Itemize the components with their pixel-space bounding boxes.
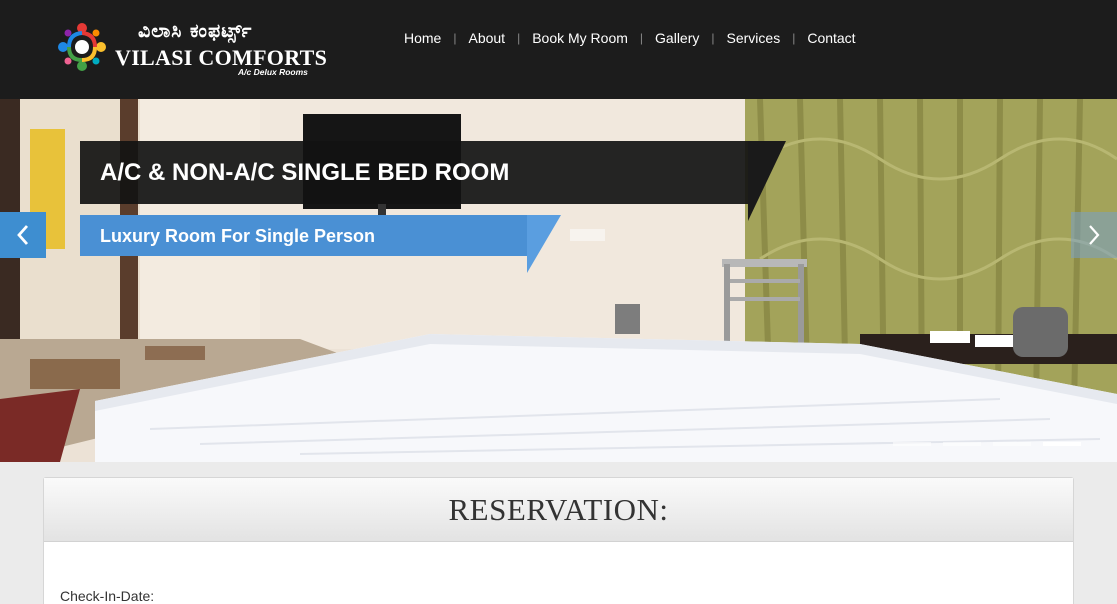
check-in-date-label: Check-In-Date: [60, 588, 155, 604]
logo-emblem-icon [58, 23, 106, 71]
slider-dot[interactable] [993, 442, 1031, 446]
nav-home[interactable]: Home [392, 29, 453, 47]
nav-gallery[interactable]: Gallery [643, 29, 711, 47]
slide-title-fold [748, 141, 786, 221]
chevron-left-icon [17, 225, 29, 245]
nav-book-my-room[interactable]: Book My Room [520, 29, 640, 47]
reservation-panel: RESERVATION: Check-In-Date: [43, 477, 1074, 604]
slide-subtitle-fold [527, 215, 561, 273]
nav-contact[interactable]: Contact [795, 29, 867, 47]
brand-tagline: A/c Delux Rooms [238, 67, 308, 77]
slider-pagination [893, 442, 1081, 446]
site-logo[interactable]: ವಿಲಾಸಿ ಕಂಫರ್ಟ್ಸ್ VILASI COMFORTS A/c Del… [55, 18, 327, 80]
reservation-title: RESERVATION: [448, 492, 669, 527]
slide-subtitle: Luxury Room For Single Person [80, 215, 528, 256]
main-nav: Home | About | Book My Room | Gallery | … [392, 28, 868, 48]
slider-dot[interactable] [893, 442, 931, 446]
reservation-header: RESERVATION: [44, 478, 1073, 542]
slider-prev-button[interactable] [0, 212, 46, 258]
nav-services[interactable]: Services [715, 29, 793, 47]
hero-slider: A/C & NON-A/C SINGLE BED ROOM Luxury Roo… [0, 99, 1117, 462]
slider-dot[interactable] [943, 442, 981, 446]
chevron-right-icon [1089, 225, 1100, 245]
slider-next-button[interactable] [1071, 212, 1117, 258]
site-header: ವಿಲಾಸಿ ಕಂಫರ್ಟ್ಸ್ VILASI COMFORTS A/c Del… [0, 0, 1117, 99]
nav-about[interactable]: About [456, 29, 517, 47]
slider-dot-active[interactable] [1043, 442, 1081, 446]
slide-title: A/C & NON-A/C SINGLE BED ROOM [80, 141, 748, 204]
brand-name-kannada: ವಿಲಾಸಿ ಕಂಫರ್ಟ್ಸ್ [138, 20, 253, 42]
